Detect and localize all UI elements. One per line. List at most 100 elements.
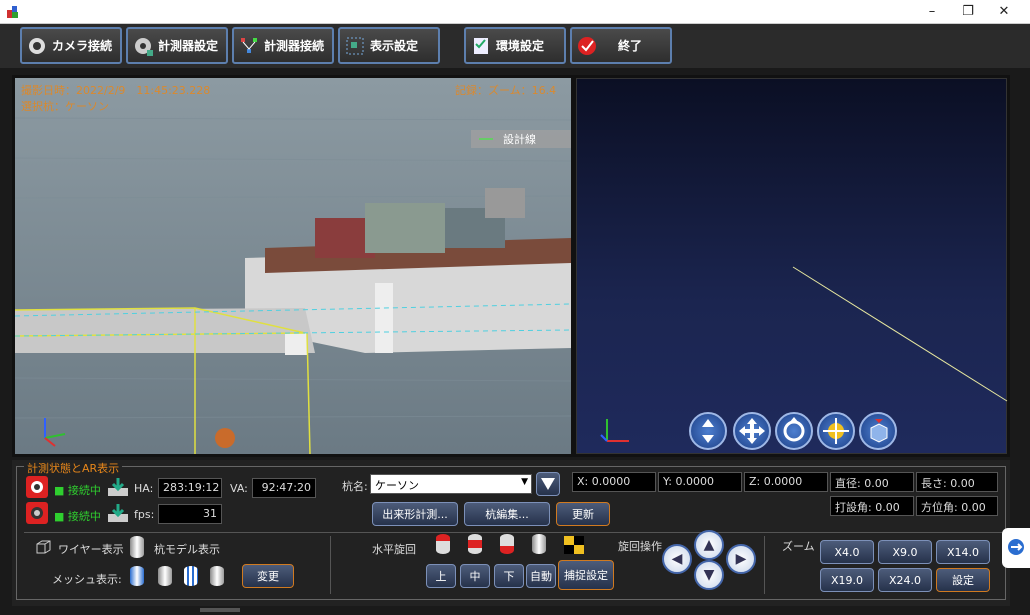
zoom-settings-button[interactable]: 設定 <box>936 568 990 592</box>
app-icon <box>7 6 18 18</box>
instrument-status-text: ■ 接続中 <box>54 510 101 523</box>
divider <box>24 532 1004 533</box>
instrument-settings-label: 計測器設定 <box>158 39 219 53</box>
mesh-option-4-icon[interactable] <box>210 566 224 586</box>
rotate-bottom-icon[interactable] <box>500 534 514 554</box>
scroll-handle[interactable] <box>200 608 240 612</box>
close-button[interactable]: ✕ <box>986 0 1022 24</box>
zoom-label: ズーム <box>782 540 815 553</box>
checker-target-icon[interactable] <box>564 536 584 554</box>
instrument-gear-icon <box>132 35 154 57</box>
update-button[interactable]: 更新 <box>556 502 610 526</box>
drive-angle-field: 打設角: 0.00 <box>830 496 914 516</box>
wire-display-label: ワイヤー表示 <box>58 543 124 556</box>
change-mesh-button[interactable]: 変更 <box>242 564 294 588</box>
ha-label: HA: <box>134 482 154 495</box>
camera-connect-button[interactable]: カメラ接続 <box>20 27 122 64</box>
va-label: VA: <box>230 482 248 495</box>
target-button[interactable] <box>817 412 855 450</box>
rotate-icon <box>783 417 805 442</box>
rotate-operation-label: 旋回操作 <box>618 540 662 553</box>
exit-label: 終了 <box>618 39 643 53</box>
horizontal-rotate-label: 水平旋回 <box>372 543 416 556</box>
environment-settings-label: 環境設定 <box>496 39 545 53</box>
rotate-middle-icon[interactable] <box>468 534 482 554</box>
camera-status-icon <box>26 476 48 498</box>
side-tab[interactable] <box>1002 528 1030 568</box>
record-status-text: 記録：ズーム：16.4 <box>455 84 557 97</box>
pile-model-label: 杭モデル表示 <box>154 543 220 556</box>
arrow-right-icon: ▶ <box>735 551 747 567</box>
zoom-14-button[interactable]: X14.0 <box>936 540 990 564</box>
sync-icon <box>1008 539 1024 555</box>
fps-value: 31 <box>158 504 222 524</box>
instrument-settings-button[interactable]: 計測器設定 <box>126 27 228 64</box>
mesh-display-label: メッシュ表示: <box>52 573 122 586</box>
checklist-icon <box>470 35 492 57</box>
diameter-field: 直径: 0.00 <box>830 472 914 492</box>
mesh-option-2-icon[interactable] <box>158 566 172 586</box>
display-grid-icon <box>344 35 366 57</box>
display-settings-button[interactable]: 表示設定 <box>338 27 440 64</box>
display-settings-label: 表示設定 <box>370 39 419 53</box>
rotate-right-arrow-button[interactable]: ▶ <box>726 544 756 574</box>
environment-settings-button[interactable]: 環境設定 <box>464 27 566 64</box>
move-forward-button[interactable] <box>689 412 727 450</box>
camera-icon <box>26 35 48 57</box>
cube-view-button[interactable] <box>859 412 897 450</box>
arrow-down-icon: ▼ <box>703 567 715 583</box>
rotate-left-arrow-button[interactable]: ◀ <box>662 544 692 574</box>
maximize-button[interactable]: ❐ <box>950 0 986 24</box>
rotate-down-arrow-button[interactable]: ▼ <box>694 560 724 590</box>
mesh-option-1-icon[interactable] <box>130 566 144 586</box>
minimize-button[interactable]: – <box>914 0 950 24</box>
rotate-mid-button[interactable]: 中 <box>460 564 490 588</box>
exit-button[interactable]: 終了 <box>570 27 672 64</box>
rotate-up-button[interactable]: 上 <box>426 564 456 588</box>
zoom-24-button[interactable]: X24.0 <box>878 568 932 592</box>
pile-edit-button[interactable]: 杭編集... <box>464 502 550 526</box>
pile-name-select[interactable]: ケーソン ▼ <box>370 474 532 494</box>
arrow-up-icon: ▲ <box>703 537 715 553</box>
camera-connect-label: カメラ接続 <box>52 39 113 53</box>
fps-label: fps: <box>134 508 155 521</box>
mesh-option-3-icon[interactable] <box>184 566 198 586</box>
3d-view[interactable] <box>576 78 1008 454</box>
rotate-down-button[interactable]: 下 <box>494 564 524 588</box>
wireframe-icon[interactable] <box>34 538 52 556</box>
rotate-view-button[interactable] <box>775 412 813 450</box>
toolbar: カメラ接続 計測器設定 計測器接続 表示設定 環境設定 終了 <box>0 24 1030 68</box>
camera-view[interactable]: 撮影日時：2022/2/9 11:45:23.228 選択杭：ケーソン 記録：ズ… <box>15 78 571 454</box>
pile-name-value: ケーソン <box>375 479 419 492</box>
instrument-connect-label: 計測器接続 <box>264 39 325 53</box>
title-bar: – ❐ ✕ <box>0 0 1030 24</box>
measure-button[interactable]: 出来形計測... <box>372 502 458 526</box>
azimuth-field: 方位角: 0.00 <box>916 496 998 516</box>
camera-status-text: ■ 接続中 <box>54 484 101 497</box>
z-coordinate: Z: 0.0000 <box>744 472 828 492</box>
legend-line-swatch <box>479 138 493 140</box>
status-group-title: 計測状態とAR表示 <box>24 460 123 476</box>
zoom-4-button[interactable]: X4.0 <box>820 540 874 564</box>
divider-vertical-2 <box>764 536 765 594</box>
move-arrows-icon <box>739 418 765 444</box>
length-field: 長さ: 0.00 <box>916 472 998 492</box>
instrument-connect-button[interactable]: 計測器接続 <box>232 27 334 64</box>
rotate-top-icon[interactable] <box>436 534 450 554</box>
pile-model-icon[interactable] <box>130 536 144 558</box>
cube-icon <box>870 419 888 443</box>
exit-icon <box>576 35 598 57</box>
download-icon-2 <box>108 504 128 522</box>
rotate-up-arrow-button[interactable]: ▲ <box>694 530 724 560</box>
zoom-9-button[interactable]: X9.0 <box>878 540 932 564</box>
tracking-settings-button[interactable]: 捕捉設定 <box>558 560 614 590</box>
zoom-19-button[interactable]: X19.0 <box>820 568 874 592</box>
rotate-auto-button[interactable]: 自動 <box>526 564 556 588</box>
3d-axis-indicator <box>600 419 629 442</box>
instrument-status-icon <box>26 502 48 524</box>
bottom-panel: 計測状態とAR表示 ■ 接続中 HA: 283:19:12 VA: 92:47:… <box>12 460 1010 606</box>
rotate-auto-icon[interactable] <box>532 534 546 554</box>
pan-button[interactable] <box>733 412 771 450</box>
3d-scene <box>600 266 1008 442</box>
pile-filter-button[interactable] <box>536 472 560 496</box>
